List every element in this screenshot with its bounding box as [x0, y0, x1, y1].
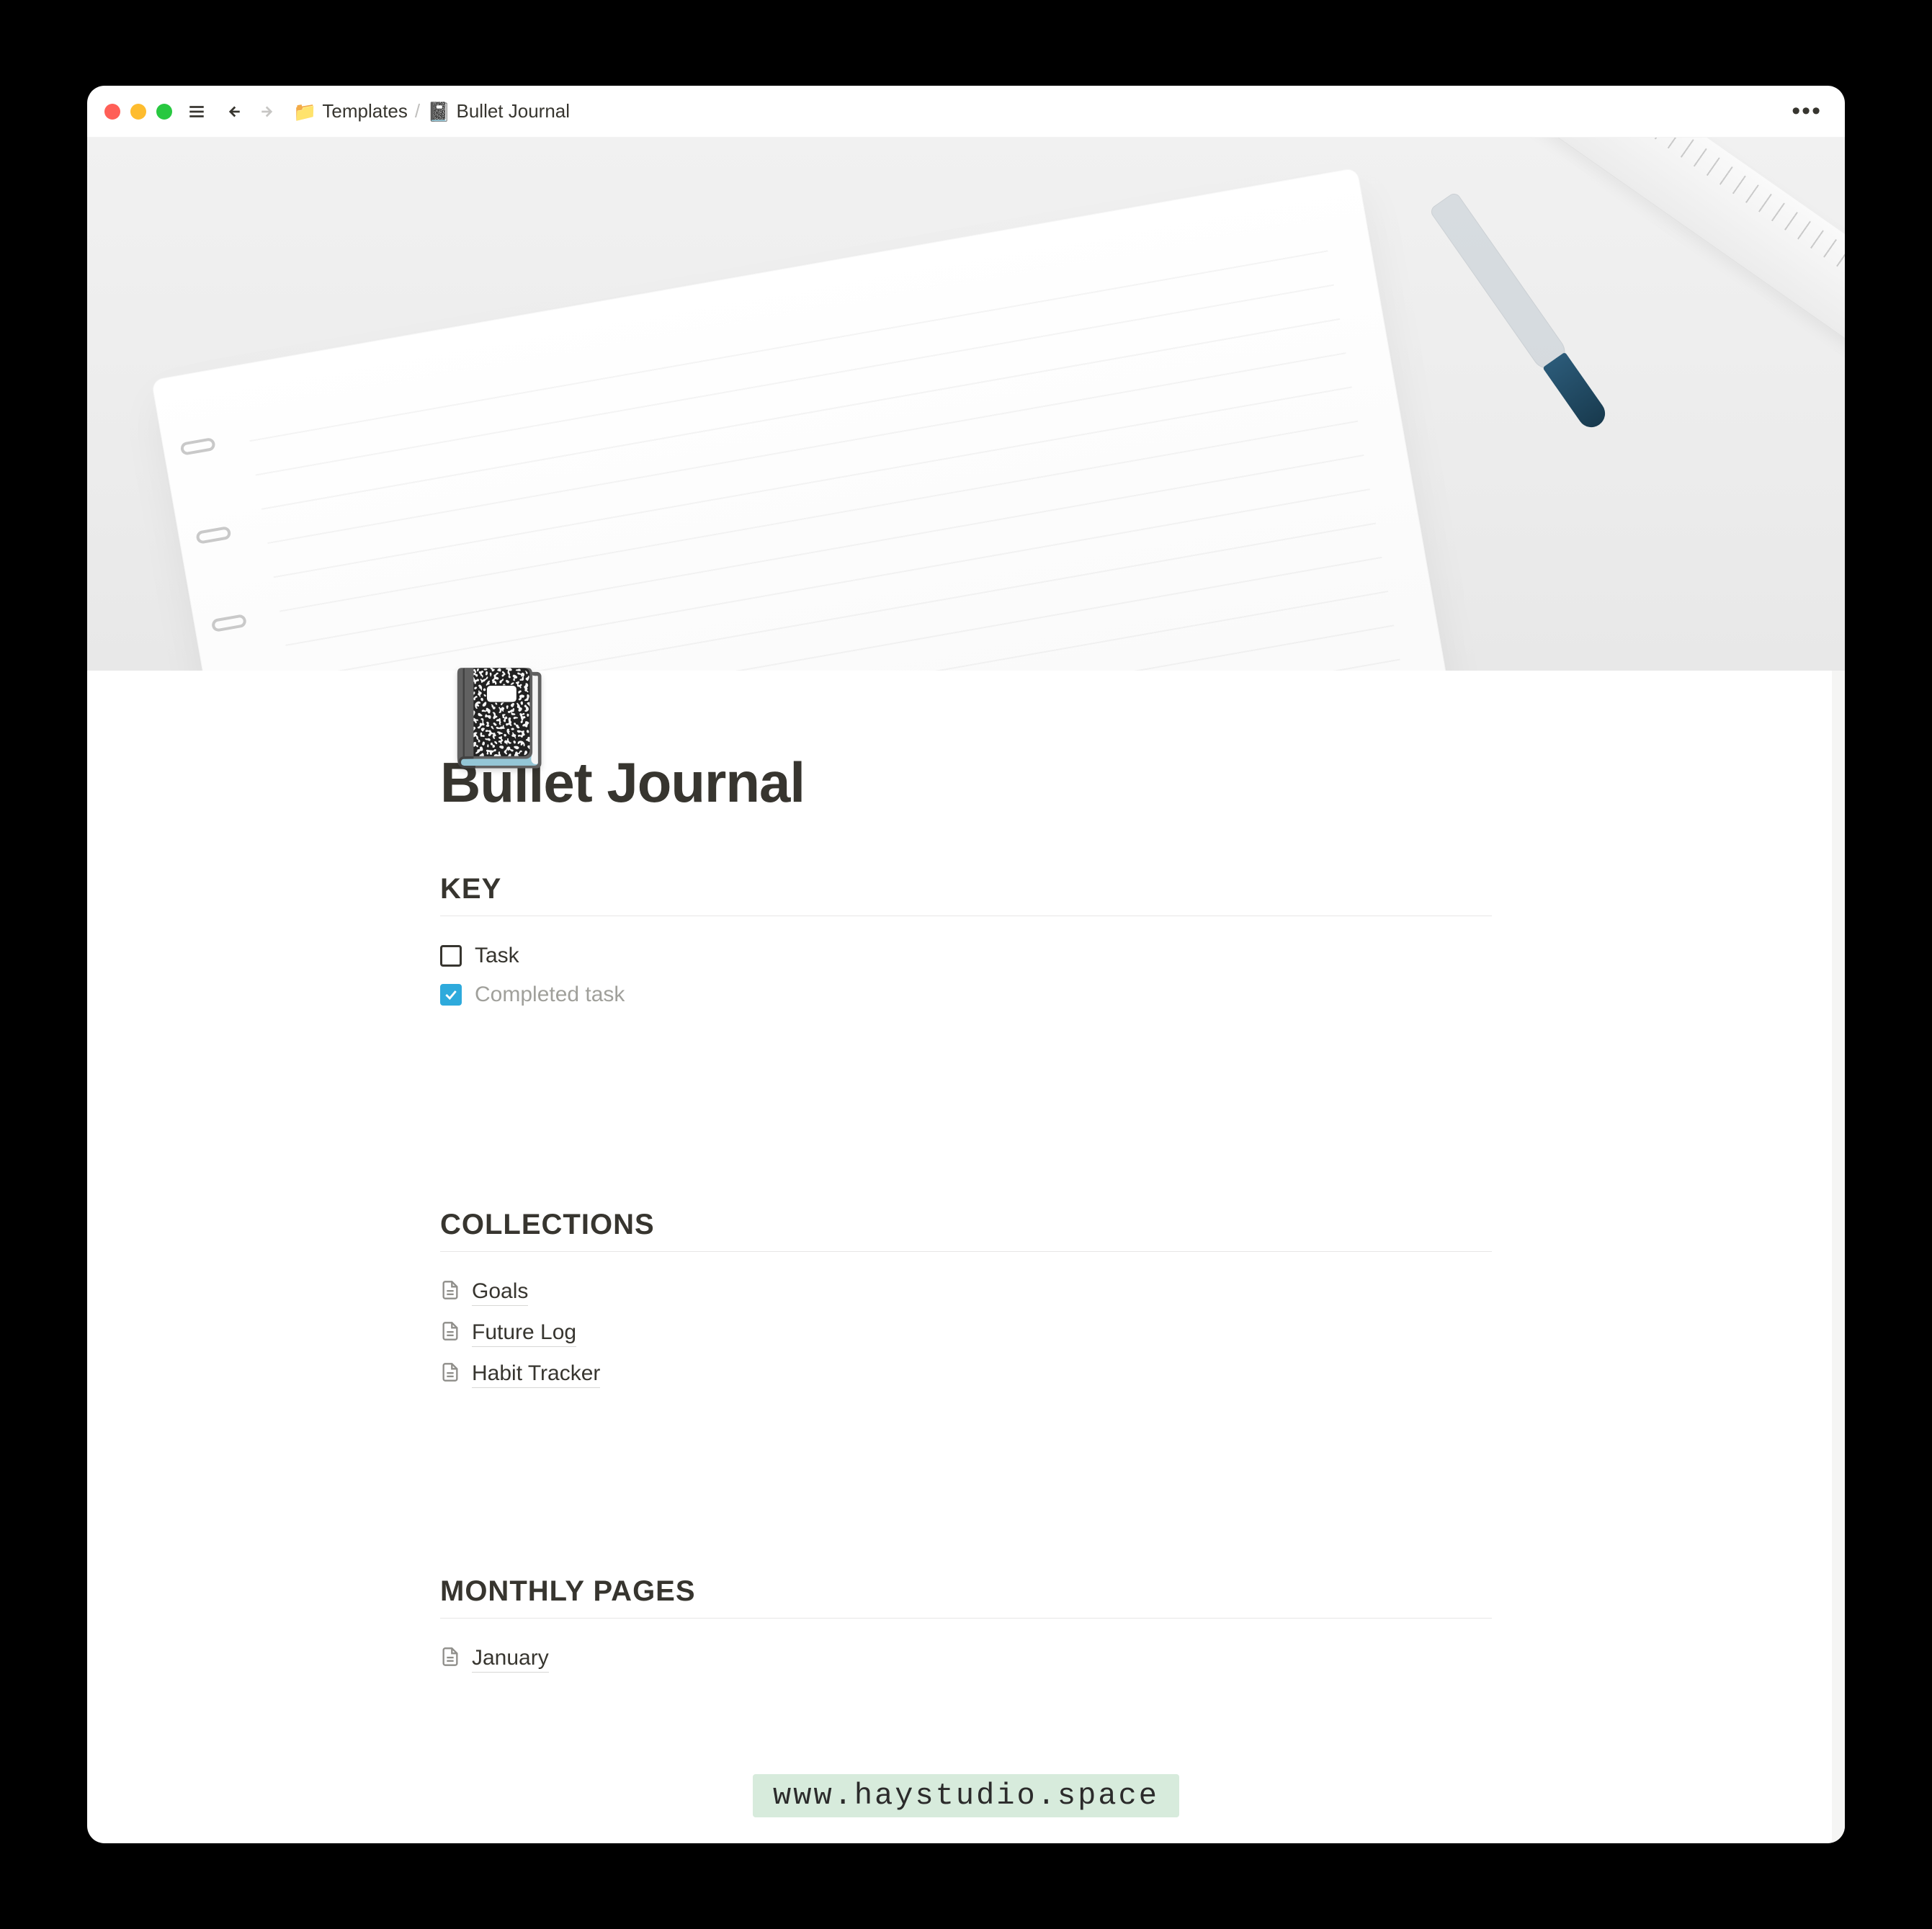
page-link-label: Future Log — [472, 1320, 576, 1347]
page-link-label: Goals — [472, 1279, 528, 1306]
todo-label: Completed task — [475, 983, 625, 1007]
section-heading-collections[interactable]: COLLECTIONS — [440, 1209, 1492, 1252]
page-link-label: Habit Tracker — [472, 1361, 600, 1388]
page-icon — [440, 1321, 460, 1347]
sidebar-toggle-icon[interactable] — [185, 100, 208, 123]
notebook-icon: 📓 — [427, 102, 450, 121]
checkbox-unchecked-icon[interactable] — [440, 945, 462, 967]
section-heading-monthly[interactable]: MONTHLY PAGES — [440, 1575, 1492, 1619]
cover-pen-illustration — [1428, 191, 1613, 434]
watermark-label: www.haystudio.space — [753, 1774, 1179, 1817]
page-link-january[interactable]: January — [440, 1639, 1492, 1680]
section-heading-key[interactable]: KEY — [440, 873, 1492, 916]
todo-item-completed[interactable]: Completed task — [440, 975, 1492, 1014]
page-title[interactable]: Bullet Journal — [440, 750, 1492, 815]
breadcrumb-parent[interactable]: 📁 Templates — [293, 100, 408, 122]
page-icon — [440, 1647, 460, 1673]
page-body: 📓 Bullet Journal KEY Task Completed task… — [87, 750, 1845, 1766]
more-menu-button[interactable]: ••• — [1786, 97, 1828, 125]
window-zoom-button[interactable] — [156, 104, 172, 120]
page-link-goals[interactable]: Goals — [440, 1272, 1492, 1313]
nav-forward-button[interactable] — [257, 100, 280, 123]
breadcrumb-current-label: Bullet Journal — [456, 100, 570, 122]
nav-back-button[interactable] — [221, 100, 244, 123]
breadcrumb-current[interactable]: 📓 Bullet Journal — [427, 100, 570, 122]
breadcrumb-separator: / — [415, 100, 420, 122]
folder-icon: 📁 — [293, 102, 316, 121]
page-icon — [440, 1280, 460, 1306]
page-icon[interactable]: 📓 — [440, 671, 541, 771]
window-controls — [104, 104, 172, 120]
titlebar: 📁 Templates / 📓 Bullet Journal ••• — [87, 86, 1845, 138]
cover-notebook-illustration — [151, 168, 1508, 671]
breadcrumb: 📁 Templates / 📓 Bullet Journal — [293, 100, 570, 122]
window-minimize-button[interactable] — [130, 104, 146, 120]
page-link-habit-tracker[interactable]: Habit Tracker — [440, 1354, 1492, 1395]
watermark: www.haystudio.space — [87, 1774, 1845, 1817]
todo-label: Task — [475, 944, 519, 968]
app-window: 📁 Templates / 📓 Bullet Journal ••• � — [87, 86, 1845, 1843]
page-cover[interactable] — [87, 138, 1845, 671]
cover-ruler-illustration — [1513, 138, 1845, 354]
window-close-button[interactable] — [104, 104, 120, 120]
checkbox-checked-icon[interactable] — [440, 984, 462, 1006]
breadcrumb-parent-label: Templates — [322, 100, 408, 122]
page-icon — [440, 1362, 460, 1388]
page-link-future-log[interactable]: Future Log — [440, 1313, 1492, 1354]
todo-item[interactable]: Task — [440, 936, 1492, 975]
page-link-label: January — [472, 1646, 549, 1673]
